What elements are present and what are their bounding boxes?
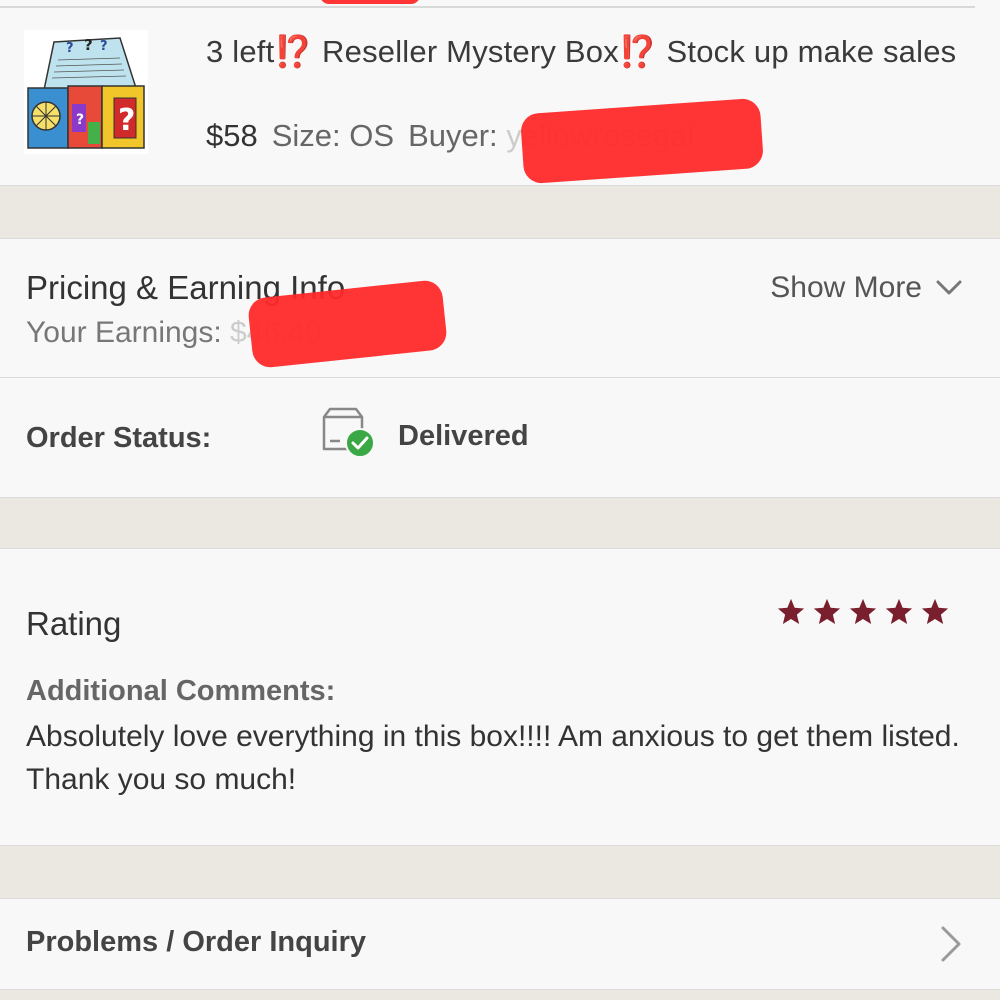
section-gap <box>0 186 1000 238</box>
star-icon <box>813 598 841 624</box>
divider <box>0 6 975 8</box>
item-price: $58 <box>206 118 258 153</box>
rating-stars <box>776 597 950 627</box>
item-size: Size: OS <box>271 118 395 153</box>
interrobang-icon: ⁉️ <box>274 34 314 69</box>
item-title-part: Stock up make sales <box>657 34 957 69</box>
rating-section: Rating Additional Comments: Absolutely l… <box>0 548 1000 846</box>
svg-text:?: ? <box>66 41 74 56</box>
comments-label: Additional Comments: <box>26 675 336 707</box>
section-gap <box>0 990 1000 1000</box>
chevron-right-icon <box>941 926 961 962</box>
pricing-section: Pricing & Earning Info Your Earnings: $4… <box>0 238 1000 378</box>
package-delivered-icon <box>322 407 375 458</box>
item-title[interactable]: 3 left⁉️ Reseller Mystery Box⁉️ Stock up… <box>206 30 966 74</box>
chevron-down-icon <box>936 280 962 295</box>
buyer-label: Buyer: <box>408 118 498 153</box>
mystery-box-image: ? ? ? ? ? <box>24 30 148 154</box>
svg-text:?: ? <box>118 103 135 138</box>
order-status-section: Order Status: Delivered <box>0 378 1000 498</box>
show-more-label: Show More <box>770 271 922 304</box>
item-thumbnail[interactable]: ? ? ? ? ? <box>24 30 148 154</box>
problems-label: Problems / Order Inquiry <box>26 926 367 958</box>
item-title-part: Reseller Mystery Box <box>313 34 619 69</box>
svg-text:?: ? <box>100 39 108 54</box>
svg-text:?: ? <box>76 112 84 128</box>
svg-text:?: ? <box>84 36 93 54</box>
comments-text: Absolutely love everything in this box!!… <box>26 720 960 796</box>
redaction-mark <box>320 0 420 4</box>
order-status-value: Delivered <box>398 420 529 452</box>
show-more-button[interactable]: Show More <box>770 271 962 305</box>
star-icon <box>849 598 877 624</box>
order-status-label: Order Status: <box>26 422 212 454</box>
item-title-part: 3 left <box>206 34 275 69</box>
star-icon <box>777 598 805 624</box>
problems-order-inquiry-row[interactable]: Problems / Order Inquiry <box>0 898 1000 990</box>
star-icon <box>885 598 913 624</box>
interrobang-icon: ⁉️ <box>618 34 658 69</box>
earnings-label: Your Earnings: <box>26 316 222 349</box>
star-icon <box>921 598 949 624</box>
item-row[interactable]: ? ? ? ? ? 3 left⁉️ Reseller Mystery Box⁉… <box>0 0 1000 186</box>
rating-title: Rating <box>26 605 122 642</box>
section-gap <box>0 498 1000 548</box>
section-gap <box>0 846 1000 898</box>
redaction-mark <box>519 97 765 185</box>
